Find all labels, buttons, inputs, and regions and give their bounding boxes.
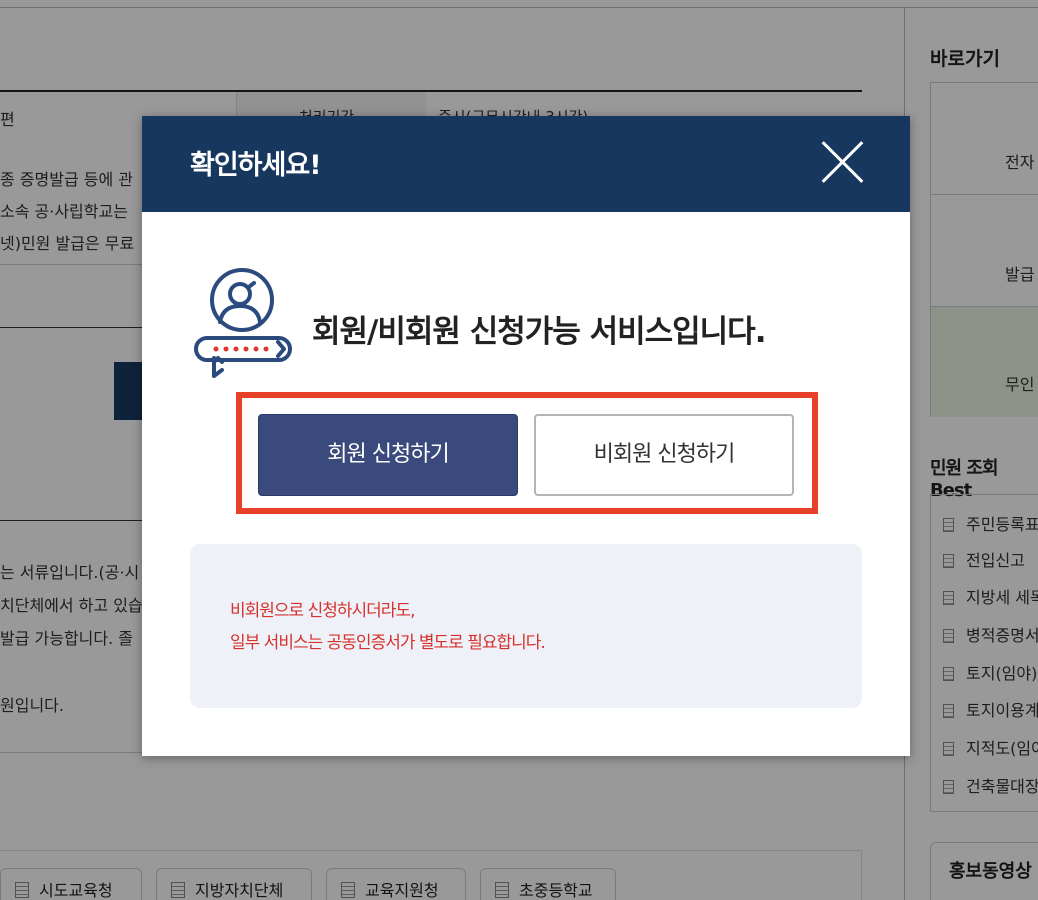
notice-line: 비회원으로 신청하시더라도, [230,601,415,621]
member-apply-button[interactable]: 회원 신청하기 [258,414,518,496]
guest-apply-button[interactable]: 비회원 신청하기 [534,414,794,496]
service-message: 회원/비회원 신청가능 서비스입니다. [312,314,766,350]
close-icon[interactable] [818,138,866,186]
notice-line: 일부 서비스는 공동인증서가 별도로 필요합니다. [230,633,546,653]
member-login-icon [194,268,292,378]
confirm-modal: 확인하세요! 회원/비회원 신청가능 서비스입니다. 회원 신청하기 비회원 신… [142,116,910,756]
notice-box: 비회원으로 신청하시더라도, 일부 서비스는 공동인증서가 별도로 필요합니다. [190,544,862,708]
modal-header: 확인하세요! [142,116,910,212]
modal-title: 확인하세요! [190,150,322,181]
